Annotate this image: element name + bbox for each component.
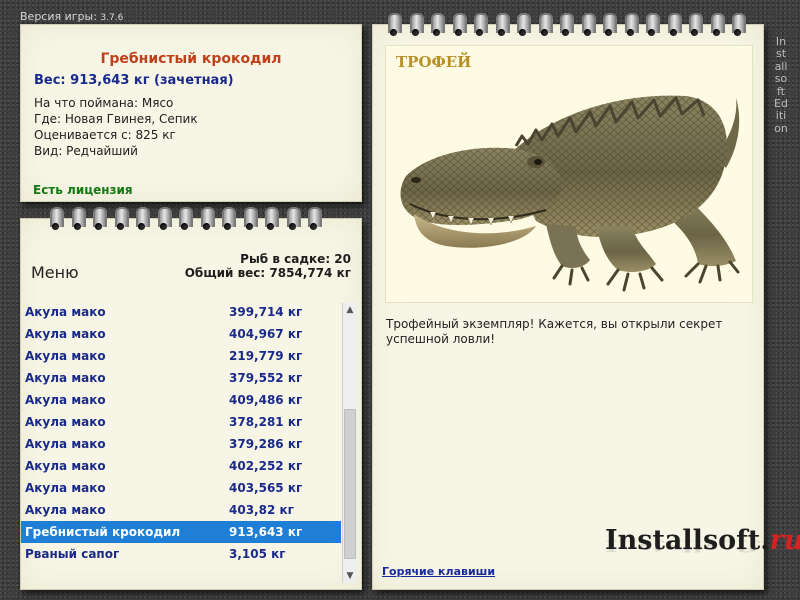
catch-name: Акула мако [25,371,106,385]
catch-weight-cell: 913,643 кг [229,525,303,539]
catch-weight-cell: 409,486 кг [229,393,303,407]
binder-ring-icon [688,13,703,37]
binder-ring-icon [516,13,531,37]
catch-name: Акула мако [25,415,106,429]
catch-weight-cell: 403,82 кг [229,503,294,517]
catch-list-row[interactable]: Акула мако 219,779 кг [21,345,341,367]
binder-ring-icon [538,13,553,37]
binder-ring-icon [645,13,660,37]
catch-name: Акула мако [25,327,106,341]
catch-weight-cell: 399,714 кг [229,305,303,319]
catch-list-row[interactable]: Акула мако 403,82 кг [21,499,341,521]
menu-button[interactable]: Меню [31,263,79,282]
binder-ring-icon [409,13,424,37]
catch-weight-cell: 404,967 кг [229,327,303,341]
catch-info-panel: Гребнистый крокодил Вес: 913,643 кг (зач… [20,24,362,202]
binder-rings [49,207,329,233]
binder-ring-icon [559,13,574,37]
binder-ring-icon [710,13,725,37]
catch-list-row[interactable]: Акула мако 399,714 кг [21,301,341,323]
edition-side-label: InstallsoftEdition [774,35,788,135]
binder-ring-icon [387,13,402,37]
catch-weight-cell: 379,552 кг [229,371,303,385]
scroll-up-icon[interactable]: ▲ [343,303,357,317]
version-number: 3.7.6 [100,13,124,23]
catch-list-row[interactable]: Акула мако 402,252 кг [21,455,341,477]
game-version: Версия игры: 3.7.6 [20,10,123,23]
catch-location: Где: Новая Гвинея, Сепик [34,112,198,126]
catch-valued-from: Оценивается с: 825 кг [34,128,176,142]
binder-ring-icon [452,13,467,37]
catch-name: Акула мако [25,393,106,407]
catch-weight-cell: 402,252 кг [229,459,303,473]
catch-weight: Вес: 913,643 кг (зачетная) [34,73,234,88]
binder-ring-icon [243,207,258,231]
binder-ring-icon [667,13,682,37]
hotkeys-link[interactable]: Горячие клавиши [382,565,495,578]
trophy-image-box: ТРОФЕЙ [385,45,753,303]
catch-list[interactable]: Акула мако 399,714 кг Акула мако 404,967 кг… [21,301,341,585]
binder-ring-icon [473,13,488,37]
scroll-down-icon[interactable]: ▼ [343,569,357,583]
scroll-thumb[interactable] [344,409,356,559]
crocodile-image [400,95,740,292]
binder-ring-icon [307,207,322,231]
keepnet-panel: Меню Рыб в садке: 20 Общий вес: 7854,774… [20,207,362,590]
catch-weight-cell: 3,105 кг [229,547,286,561]
trophy-description: Трофейный экземпляр! Кажется, вы открыли… [386,317,723,346]
binder-ring-icon [221,207,236,231]
binder-ring-icon [430,13,445,37]
binder-ring-icon [114,207,129,231]
catch-list-row[interactable]: Акула мако 379,552 кг [21,367,341,389]
catch-list-row[interactable]: Гребнистый крокодил 913,643 кг [21,521,341,543]
binder-ring-icon [49,207,64,231]
binder-ring-icon [731,13,746,37]
list-scrollbar[interactable]: ▲ ▼ [342,303,357,583]
logo-reflection-main: Installsoft. [605,536,770,555]
catch-weight-cell: 403,565 кг [229,481,303,495]
binder-ring-icon [71,207,86,231]
catch-name: Акула мако [25,503,106,517]
catch-name: Акула мако [25,305,106,319]
binder-ring-icon [495,13,510,37]
catch-name: Акула мако [25,481,106,495]
catch-bait: На что поймана: Мясо [34,96,174,110]
catch-name: Акула мако [25,349,106,363]
catch-list-row[interactable]: Акула мако 403,565 кг [21,477,341,499]
license-status: Есть лицензия [33,183,133,197]
catch-title: Гребнистый крокодил [100,51,282,67]
catch-weight-cell: 219,779 кг [229,349,303,363]
catch-name: Гребнистый крокодил [25,525,181,539]
binder-ring-icon [178,207,193,231]
binder-ring-icon [135,207,150,231]
version-label: Версия игры: [20,10,97,23]
catch-list-row[interactable]: Акула мако 404,967 кг [21,323,341,345]
catch-list-row[interactable]: Акула мако 409,486 кг [21,389,341,411]
binder-ring-icon [286,207,301,231]
binder-ring-icon [264,207,279,231]
binder-ring-icon [602,13,617,37]
binder-ring-icon [624,13,639,37]
catch-details: На что поймана: Мясо Где: Новая Гвинея, … [34,95,198,159]
catch-name: Рваный сапог [25,547,120,561]
catch-weight-cell: 378,281 кг [229,415,303,429]
fish-count: Рыб в садке: 20 [240,252,351,266]
binder-rings [387,13,753,39]
catch-name: Акула мако [25,437,106,451]
catch-list-row[interactable]: Акула мако 378,281 кг [21,411,341,433]
catch-kind: Вид: Редчайший [34,144,138,158]
binder-ring-icon [157,207,172,231]
catch-list-row[interactable]: Акула мако 379,286 кг [21,433,341,455]
total-weight: Общий вес: 7854,774 кг [184,266,351,280]
installsoft-logo-reflection: Installsoft.ru [605,536,800,555]
binder-ring-icon [200,207,215,231]
binder-ring-icon [92,207,107,231]
trophy-panel: ТРОФЕЙ Трофейный экземпляр! Кажется, вы … [372,13,800,590]
catch-name: Акула мако [25,459,106,473]
catch-weight-cell: 379,286 кг [229,437,303,451]
keepnet-stats: Рыб в садке: 20 Общий вес: 7854,774 кг [185,252,351,280]
logo-reflection-tld: ru [769,536,800,555]
binder-ring-icon [581,13,596,37]
catch-list-row[interactable]: Рваный сапог 3,105 кг [21,543,341,565]
